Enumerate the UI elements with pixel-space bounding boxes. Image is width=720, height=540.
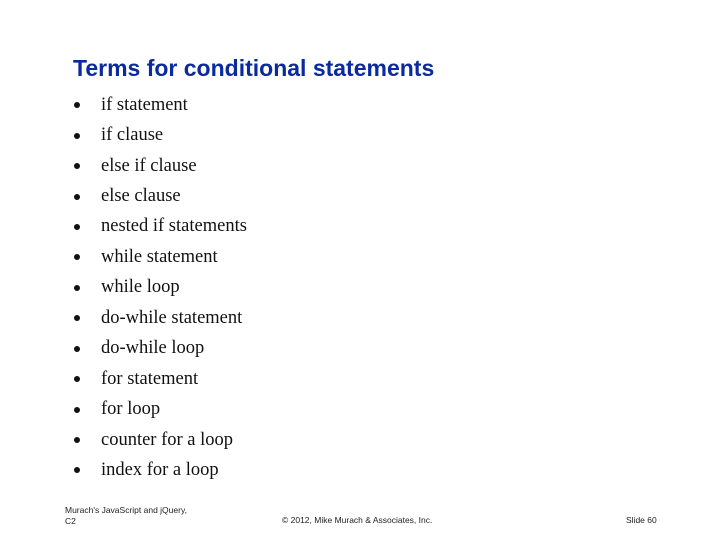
list-item: else if clause: [72, 151, 247, 181]
terms-list: if statement if clause else if clause el…: [72, 90, 247, 486]
term-text: index for a loop: [101, 459, 219, 480]
slide-title: Terms for conditional statements: [73, 55, 435, 81]
list-item: if statement: [72, 90, 247, 120]
term-text: while loop: [101, 277, 180, 298]
bullet-icon: [74, 345, 80, 352]
bullet-icon: [74, 315, 80, 322]
term-text: for loop: [101, 399, 161, 420]
term-text: else clause: [101, 186, 181, 207]
term-text: counter for a loop: [101, 429, 234, 450]
list-item: if clause: [72, 120, 247, 150]
list-item: else clause: [72, 181, 247, 211]
bullet-icon: [74, 223, 80, 230]
term-text: do-while loop: [101, 338, 205, 359]
term-text: while statement: [101, 246, 218, 267]
bullet-icon: [74, 193, 80, 200]
list-item: counter for a loop: [72, 425, 247, 455]
footer-book-line2: C2: [65, 516, 76, 526]
bullet-icon: [74, 132, 80, 139]
bullet-icon: [74, 284, 80, 291]
list-item: for loop: [72, 394, 247, 424]
footer-book-title: Murach's JavaScript and jQuery, C2: [65, 505, 225, 527]
term-text: nested if statements: [101, 216, 247, 237]
list-item: for statement: [72, 364, 247, 394]
list-item: while loop: [72, 273, 247, 303]
list-item: do-while loop: [72, 334, 247, 364]
list-item: index for a loop: [72, 455, 247, 485]
term-text: else if clause: [101, 155, 197, 176]
bullet-icon: [74, 254, 80, 261]
list-item: while statement: [72, 242, 247, 272]
term-text: for statement: [101, 368, 199, 389]
term-text: do-while statement: [101, 307, 243, 328]
list-item: do-while statement: [72, 303, 247, 333]
footer-copyright: © 2012, Mike Murach & Associates, Inc.: [282, 515, 433, 525]
list-item: nested if statements: [72, 212, 247, 242]
bullet-icon: [74, 437, 80, 444]
bullet-icon: [74, 376, 80, 383]
term-text: if statement: [101, 94, 188, 115]
bullet-icon: [74, 102, 80, 109]
bullet-icon: [74, 467, 80, 474]
footer-slide-number: Slide 60: [626, 515, 657, 525]
term-text: if clause: [101, 125, 164, 146]
bullet-icon: [74, 163, 80, 170]
bullet-icon: [74, 406, 80, 413]
footer-book-line1: Murach's JavaScript and jQuery,: [65, 505, 187, 515]
